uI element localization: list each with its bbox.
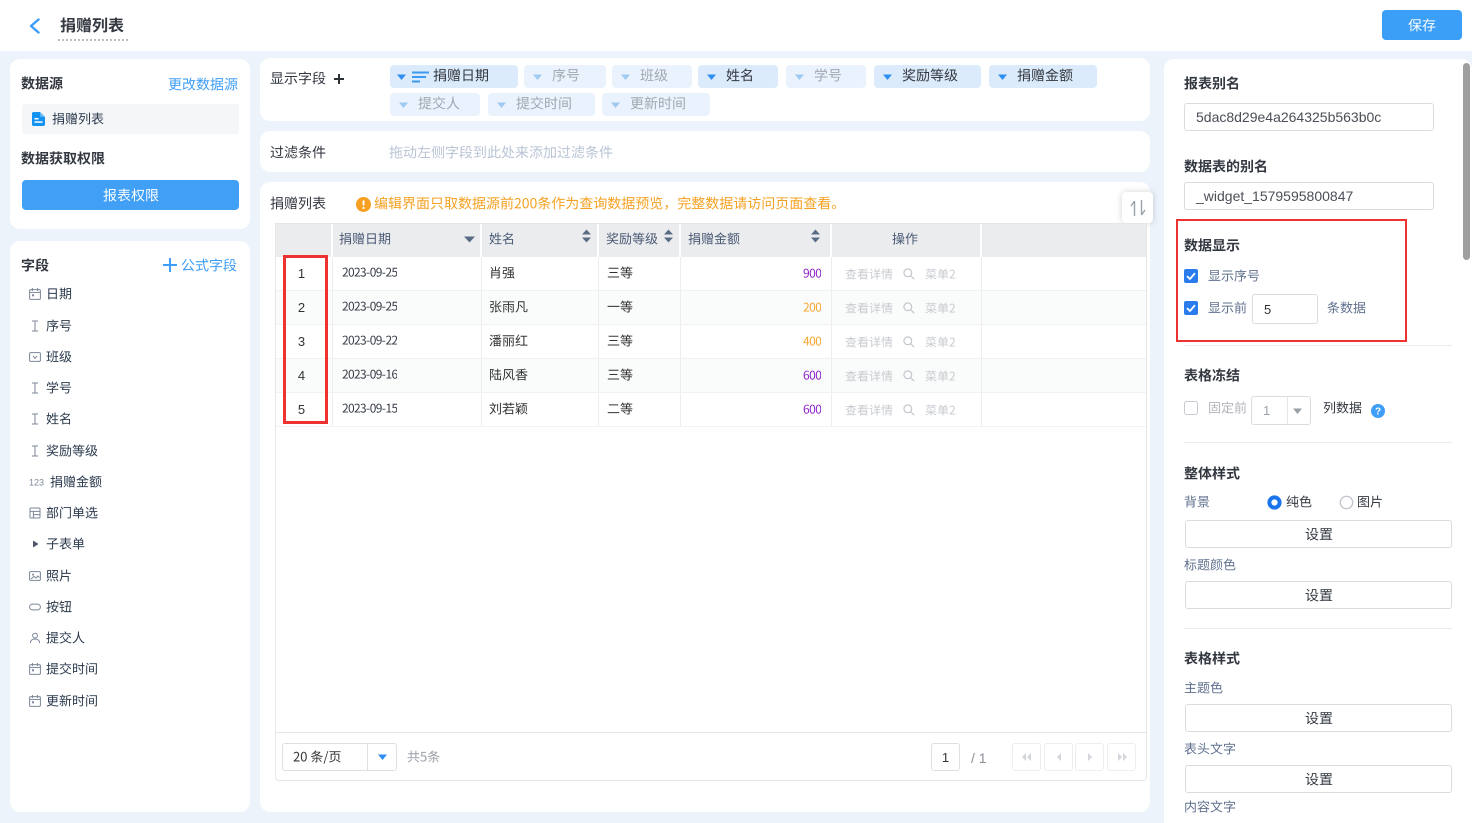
svg-text:?: ?	[1375, 407, 1381, 418]
svg-text:123: 123	[29, 478, 44, 488]
